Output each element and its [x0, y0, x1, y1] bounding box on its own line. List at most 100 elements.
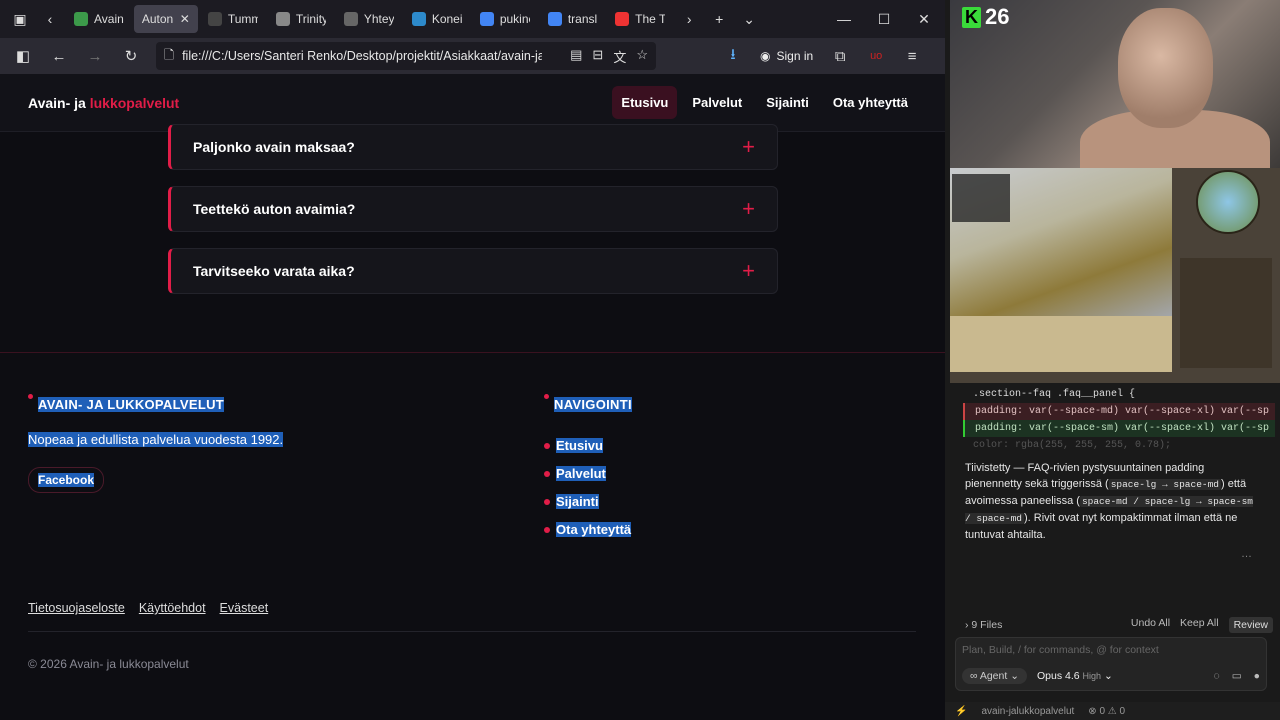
undo-all-button[interactable]: Undo All — [1131, 617, 1170, 633]
sidebar-icon[interactable]: ◧ — [8, 42, 38, 70]
footer-brand-column: AVAIN- JA LUKKOPALVELUT Nopeaa ja edulli… — [28, 394, 284, 493]
context-icon[interactable]: ◌ — [1213, 670, 1219, 682]
review-button[interactable]: Review — [1228, 617, 1273, 633]
browser-tab[interactable]: The T — [607, 5, 673, 33]
nav-services[interactable]: Palvelut — [683, 86, 751, 119]
remote-icon[interactable]: ⚡ — [955, 706, 967, 717]
tab-label: Auton a — [141, 12, 174, 26]
scroll-tabs-right-icon[interactable]: › — [675, 5, 703, 33]
logo-accent-text: lukkopalvelut — [89, 94, 180, 111]
plus-icon: + — [742, 196, 755, 221]
close-tab-icon[interactable]: ✕ — [180, 12, 190, 26]
tab-label: Tumma Sc — [227, 12, 258, 26]
tab-list-dropdown-icon[interactable]: ⌄ — [735, 5, 763, 33]
address-bar[interactable]: 🗋 file:///C:/Users/Santeri Renko/Desktop… — [156, 42, 656, 70]
footer-nav-contact[interactable]: Ota yhteyttä — [544, 522, 632, 537]
sign-in-button[interactable]: ◉ Sign in — [754, 49, 819, 63]
back-icon[interactable]: ← — [44, 42, 74, 70]
translate-icon[interactable]: 文 — [613, 47, 626, 66]
message-code: space-lg → space-md — [1108, 479, 1222, 490]
close-window-icon[interactable]: ✕ — [909, 11, 939, 28]
downloads-icon[interactable]: ⭳ — [718, 42, 748, 70]
cookies-link[interactable]: Evästeet — [220, 601, 269, 615]
browser-tab[interactable]: Tumma Sc — [200, 5, 266, 33]
footer-nav-column: NAVIGOINTI Etusivu Palvelut Sijainti Ota… — [544, 394, 632, 550]
browser-tab[interactable]: Konei — [404, 5, 470, 33]
footer-nav-services[interactable]: Palvelut — [544, 466, 632, 481]
changed-files-bar: › 9 Files Undo All Keep All Review — [965, 616, 1273, 634]
agent-mode-dropdown[interactable]: ∞ Agent ⌄ — [962, 668, 1027, 684]
tab-favicon-icon — [479, 12, 494, 26]
microphone-icon[interactable]: ● — [1254, 670, 1260, 682]
footer-divider — [28, 631, 916, 632]
chat-input-toolbar: ∞ Agent ⌄ Opus 4.6 High ⌄ ◌ ▭ ● — [962, 668, 1260, 684]
plus-icon: + — [742, 134, 755, 159]
save-to-pocket-icon[interactable]: ⊟ — [592, 47, 603, 66]
browser-tab[interactable]: Avain — [66, 5, 132, 33]
more-options-icon[interactable]: … — [1241, 548, 1252, 560]
file-actions: Undo All Keep All Review — [1131, 617, 1273, 633]
faq-question: Tarvitseeko varata aika? — [193, 263, 355, 279]
reload-icon[interactable]: ↻ — [116, 42, 146, 70]
footer-nav-list: Etusivu Palvelut Sijainti Ota yhteyttä — [544, 438, 632, 537]
chat-input[interactable]: Plan, Build, / for commands, @ for conte… — [955, 637, 1267, 691]
tab-label: transl — [567, 12, 598, 26]
navigation-toolbar: ◧ ← → ↻ 🗋 file:///C:/Users/Santeri Renko… — [0, 38, 945, 74]
footer-nav-location[interactable]: Sijainti — [544, 494, 632, 509]
minimize-icon[interactable]: — — [829, 11, 859, 28]
tab-favicon-icon — [411, 12, 426, 26]
browser-tab[interactable]: pukine — [472, 5, 538, 33]
model-selector[interactable]: Opus 4.6 High ⌄ — [1037, 670, 1113, 682]
faq-item[interactable]: Paljonko avain maksaa? + — [168, 124, 778, 170]
window-controls: — ☐ ✕ — [829, 11, 939, 28]
nav-contact[interactable]: Ota yhteyttä — [824, 86, 917, 119]
ublock-icon[interactable]: uo — [861, 42, 891, 70]
site-logo[interactable]: Avain- ja lukkopalvelut — [28, 95, 179, 111]
legal-links: Tietosuojaseloste Käyttöehdot Evästeet — [28, 601, 268, 615]
menu-icon[interactable]: ≡ — [897, 42, 927, 70]
problems-count[interactable]: ⊗ 0 ⚠ 0 — [1088, 706, 1125, 717]
bullet-icon — [544, 470, 550, 477]
browser-tab[interactable]: Trinity — [268, 5, 334, 33]
maximize-icon[interactable]: ☐ — [869, 11, 899, 28]
scroll-tabs-left-icon[interactable]: ‹ — [36, 5, 64, 33]
nav-location[interactable]: Sijainti — [757, 86, 818, 119]
reader-view-icon[interactable]: ▤ — [570, 47, 582, 66]
browser-tab[interactable]: Auton a ✕ — [133, 5, 198, 33]
game-inventory — [1180, 258, 1272, 368]
tab-favicon-icon — [547, 12, 562, 26]
right-panel: K 26 .section--faq .faq__panel { padding… — [945, 0, 1280, 720]
nav-home[interactable]: Etusivu — [612, 86, 678, 119]
terms-link[interactable]: Käyttöehdot — [139, 601, 206, 615]
kick-counter: K 26 — [962, 4, 1009, 30]
url-text: file:///C:/Users/Santeri Renko/Desktop/p… — [182, 49, 543, 63]
footer-nav-home[interactable]: Etusivu — [544, 438, 632, 453]
bookmark-star-icon[interactable]: ☆ — [636, 47, 648, 66]
url-actions: ▤ ⊟ 文 ☆ — [570, 47, 648, 66]
faq-item[interactable]: Teettekö auton avaimia? + — [168, 186, 778, 232]
browser-tab[interactable]: Yhteys — [336, 5, 402, 33]
tab-overview-icon[interactable]: ▣ — [6, 5, 34, 33]
chat-input-placeholder: Plan, Build, / for commands, @ for conte… — [962, 644, 1159, 656]
game-chatbox — [950, 316, 1172, 372]
tab-favicon-icon — [615, 12, 630, 26]
faq-item[interactable]: Tarvitseeko varata aika? + — [168, 248, 778, 294]
files-toggle[interactable]: › 9 Files — [965, 619, 1002, 631]
tab-favicon-icon — [343, 12, 358, 26]
footer-brand-description: Nopeaa ja edullista palvelua vuodesta 19… — [28, 432, 284, 447]
kick-logo-icon: K — [962, 6, 981, 28]
browser-window: ▣ ‹ Avain Auton a ✕ Tumma Sc Trinity Yhteys Ko… — [0, 0, 945, 720]
status-bar: ⚡ avain-jalukkopalvelut ⊗ 0 ⚠ 0 — [945, 702, 1280, 720]
facebook-link[interactable]: Facebook — [28, 467, 105, 493]
tab-bar: ▣ ‹ Avain Auton a ✕ Tumma Sc Trinity Yhteys Ko… — [0, 0, 945, 38]
keep-all-button[interactable]: Keep All — [1180, 617, 1219, 633]
project-name: avain-jalukkopalvelut — [981, 705, 1075, 717]
image-attach-icon[interactable]: ▭ — [1232, 670, 1242, 682]
privacy-link[interactable]: Tietosuojaseloste — [28, 601, 125, 615]
page-icon: 🗋 — [164, 47, 175, 62]
new-tab-icon[interactable]: + — [705, 5, 733, 33]
browser-tab[interactable]: transl — [540, 5, 605, 33]
forward-icon[interactable]: → — [80, 42, 110, 70]
tab-favicon-icon — [207, 12, 222, 26]
extensions-icon[interactable]: ⧉ — [825, 42, 855, 70]
